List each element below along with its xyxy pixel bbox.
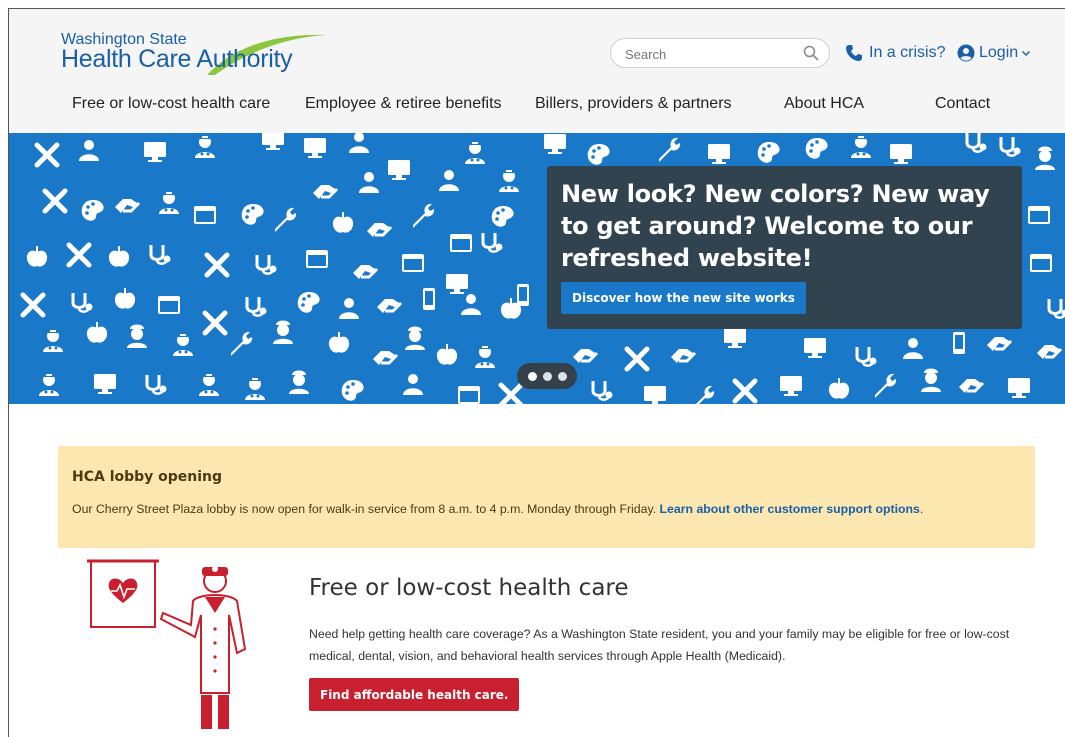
chevron-down-icon xyxy=(1022,50,1031,57)
crisis-label: In a crisis? xyxy=(869,44,946,61)
search-box xyxy=(610,38,830,68)
hero-callout: New look? New colors? New way to get aro… xyxy=(547,166,1022,329)
doctor-illustration xyxy=(87,559,247,729)
crisis-link[interactable]: In a crisis? xyxy=(845,41,945,65)
search-icon[interactable] xyxy=(803,45,819,61)
logo-text-a: Health Care xyxy=(61,45,197,73)
nav-contact[interactable]: Contact xyxy=(935,95,990,113)
alert-trailing: . xyxy=(919,502,924,516)
search-input[interactable] xyxy=(625,43,795,65)
lobby-alert: HCA lobby opening Our Cherry Street Plaz… xyxy=(58,446,1035,548)
phone-icon xyxy=(846,45,862,61)
support-options-link[interactable]: Learn about other customer support optio… xyxy=(660,502,920,516)
nav-about-hca[interactable]: About HCA xyxy=(784,95,864,113)
carousel-dot-2[interactable] xyxy=(542,371,552,381)
carousel-dot-3[interactable] xyxy=(557,371,567,381)
hero-banner: New look? New colors? New way to get aro… xyxy=(9,133,1065,404)
logo-line2: Health Care Authority xyxy=(61,45,293,74)
alert-text: Our Cherry Street Plaza lobby is now ope… xyxy=(72,502,657,516)
login-label: Login xyxy=(979,44,1019,61)
site-header: Washington State Health Care Authority I… xyxy=(9,9,1065,133)
nav-employee-benefits[interactable]: Employee & retiree benefits xyxy=(305,95,502,113)
hca-logo[interactable]: Washington State Health Care Authority xyxy=(61,29,331,79)
carousel-dot-1[interactable] xyxy=(527,371,537,381)
browser-frame: Washington State Health Care Authority I… xyxy=(8,8,1065,737)
feature-body: Need help getting health care coverage? … xyxy=(309,627,1010,663)
discover-site-button[interactable]: Discover how the new site works xyxy=(561,282,806,314)
carousel-dots xyxy=(517,363,577,389)
hero-title: New look? New colors? New way to get aro… xyxy=(561,180,990,272)
feature-title: Free or low-cost health care xyxy=(309,575,629,601)
user-circle-icon xyxy=(957,44,975,62)
nav-free-low-cost[interactable]: Free or low-cost health care xyxy=(72,95,270,113)
logo-text-b: Authority xyxy=(196,45,293,73)
main-nav: Free or low-cost health care Employee & … xyxy=(9,91,1065,121)
alert-title: HCA lobby opening xyxy=(72,469,223,485)
find-affordable-care-button[interactable]: Find affordable health care. xyxy=(309,678,520,711)
alert-body: Our Cherry Street Plaza lobby is now ope… xyxy=(72,502,923,516)
login-menu[interactable]: Login xyxy=(957,41,1031,65)
nav-billers-providers[interactable]: Billers, providers & partners xyxy=(535,95,732,113)
